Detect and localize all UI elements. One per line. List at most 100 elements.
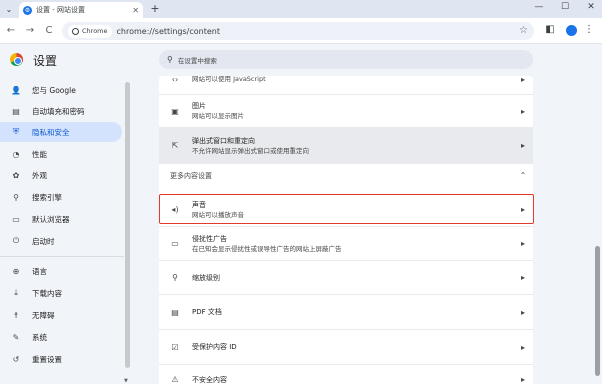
scroll-down-arrow-icon[interactable]: ▼ [124,378,128,384]
download-icon: ⤓ [14,288,18,297]
main-scrollbar[interactable] [593,76,602,384]
sidebar-item-default-browser[interactable]: ▭ 默认浏览器 [0,209,122,229]
sidebar-item-downloads[interactable]: ⤓ 下载内容 [0,283,122,303]
protected-content-row[interactable]: ☑ 受保护内容 ID ▸ [159,329,533,364]
chevron-right-icon: ▸ [520,375,525,384]
more-content-settings-header[interactable]: 更多内容设置 ⌃ [159,163,533,187]
chevron-right-icon: ▸ [520,342,525,352]
zoom-levels-row[interactable]: ⚲ 缩放级别 ▸ [159,260,533,294]
protected-content-icon: ☑ [171,342,179,352]
sidebar-item-label: 默认浏览器 [32,214,70,224]
sidebar-item-label: 无障碍 [32,310,55,320]
intrusive-ads-row[interactable]: ▭ 侵扰性广告 在已知会显示侵扰性或误导性广告的网站上屏蔽广告 ▸ [159,226,533,260]
chevron-right-icon: ▸ [520,205,525,214]
chevron-right-icon: ▸ [520,76,525,84]
image-icon: ▣ [171,106,179,116]
sidebar-item-on-startup[interactable]: ⏻ 启动时 [0,231,122,251]
settings-search-input[interactable]: ⚲ 在设置中搜索 [159,50,533,69]
sidebar: 👤 您与 Google ▤ 自动填充和密码 ⛨ 隐私和安全 ◔ 性能 ✿ 外观 ⚲ 搜索引擎… [0,76,124,384]
sidebar-item-label: 重置设置 [32,354,62,364]
sidebar-item-you-and-google[interactable]: 👤 您与 Google [0,80,122,100]
row-title: 弹出式窗口和重定向 [192,136,255,145]
bookmark-star-icon[interactable]: ☆ [519,25,528,36]
settings-header: 设置 ⚲ 在设置中搜索 [0,44,602,76]
site-chip[interactable]: Chrome [68,24,112,38]
chevron-right-icon: ▸ [520,106,525,116]
sidebar-item-label: 语言 [32,266,47,276]
tab-title: 设置 - 网站设置 [36,6,85,14]
minimize-button[interactable]: — [530,2,548,12]
sound-row[interactable]: ◂) 声音 网站可以播放声音 ▸ [159,194,533,224]
back-button[interactable]: ← [5,25,17,36]
sidebar-item-label: 您与 Google [32,85,76,95]
wrench-icon: ✎ [12,332,20,342]
sidebar-item-label: 自动填充和密码 [32,106,85,116]
new-tab-button[interactable]: + [149,2,161,15]
profile-avatar[interactable] [566,25,577,36]
sidebar-divider [0,256,124,257]
sidebar-item-search-engine[interactable]: ⚲ 搜索引擎 [0,187,122,207]
row-subtitle: 在已知会显示侵扰性或误导性广告的网站上屏蔽广告 [192,244,342,253]
autofill-icon: ▤ [12,106,20,116]
ads-icon: ▭ [171,239,179,248]
browser-icon: ▭ [12,214,20,224]
warning-icon: ⚠ [171,375,179,384]
row-title: PDF 文档 [192,308,222,316]
power-icon: ⏻ [12,236,20,245]
chevron-right-icon: ▸ [520,273,525,282]
sidebar-item-autofill[interactable]: ▤ 自动填充和密码 [0,101,122,121]
section-title: 更多内容设置 [170,171,212,180]
chrome-icon [72,27,79,35]
tab-search-icon[interactable]: ⌄ [3,3,15,15]
reload-button[interactable]: C [43,25,55,36]
menu-icon[interactable]: ⋮ [582,24,596,35]
sidebar-item-label: 隐私和安全 [32,127,70,137]
content-settings-card: ‹› 网站可以使用 JavaScript ▸ ▣ 图片网站可以显示图片 ▸ ⇱ … [159,76,533,384]
search-icon: ⚲ [167,55,173,64]
tab-close-icon[interactable]: ✕ [132,6,139,15]
sidebar-item-languages[interactable]: ⊕ 语言 [0,261,122,281]
sound-icon: ◂) [171,205,179,214]
shield-icon: ⛨ [13,127,19,136]
sidebar-item-label: 外观 [32,170,47,180]
palette-icon: ✿ [12,170,20,180]
row-title: 受保护内容 ID [192,343,237,351]
accessibility-icon: ☨ [13,310,19,320]
side-panel-icon[interactable]: ◧ [543,24,557,35]
insecure-content-row[interactable]: ⚠ 不安全内容 ▸ [159,364,533,384]
row-subtitle: 网站可以显示图片 [192,112,244,120]
settings-favicon-icon: ⚙ [23,5,32,15]
sidebar-item-label: 启动时 [32,236,55,246]
row-title: 侵扰性广告 [192,234,227,243]
sidebar-item-accessibility[interactable]: ☨ 无障碍 [0,305,122,325]
sidebar-item-reset[interactable]: ↺ 重置设置 [0,349,122,369]
sidebar-scrollbar-thumb[interactable] [125,82,130,368]
row-title: 图片 [192,102,206,110]
row-title: 不安全内容 [192,375,227,384]
popups-row[interactable]: ⇱ 弹出式窗口和重定向 不允许网站显示弹出式窗口或使用重定向 ▸ [159,127,533,163]
sidebar-item-privacy[interactable]: ⛨ 隐私和安全 [0,122,122,142]
sidebar-item-appearance[interactable]: ✿ 外观 [0,165,122,185]
sidebar-item-system[interactable]: ✎ 系统 [0,327,122,347]
main-scrollbar-thumb[interactable] [595,246,600,376]
sidebar-item-label: 下载内容 [32,288,62,298]
row-subtitle: 网站可以播放声音 [192,210,244,219]
sidebar-item-label: 搜索引擎 [32,192,62,202]
url-text[interactable]: chrome://settings/content [117,27,221,36]
maximize-button[interactable]: ☐ [556,2,574,12]
tab-settings[interactable]: ⚙ 设置 - 网站设置 ✕ [19,2,143,18]
zoom-icon: ⚲ [172,273,178,282]
person-icon: 👤 [11,85,21,95]
sidebar-item-performance[interactable]: ◔ 性能 [0,144,122,164]
address-bar[interactable]: Chrome chrome://settings/content ☆ [62,22,534,40]
row-title: 声音 [192,200,206,209]
forward-button[interactable]: → [24,25,36,36]
page-title: 设置 [33,54,58,68]
pdf-documents-row[interactable]: ▤ PDF 文档 ▸ [159,294,533,329]
search-placeholder: 在设置中搜索 [177,56,217,65]
images-row[interactable]: ▣ 图片网站可以显示图片 ▸ [159,94,533,127]
close-window-button[interactable]: ✕ [582,2,600,12]
chevron-up-icon[interactable]: ⌃ [513,171,533,180]
javascript-row[interactable]: ‹› 网站可以使用 JavaScript ▸ [159,76,533,88]
sidebar-scrollbar[interactable]: ▼ [124,82,130,384]
